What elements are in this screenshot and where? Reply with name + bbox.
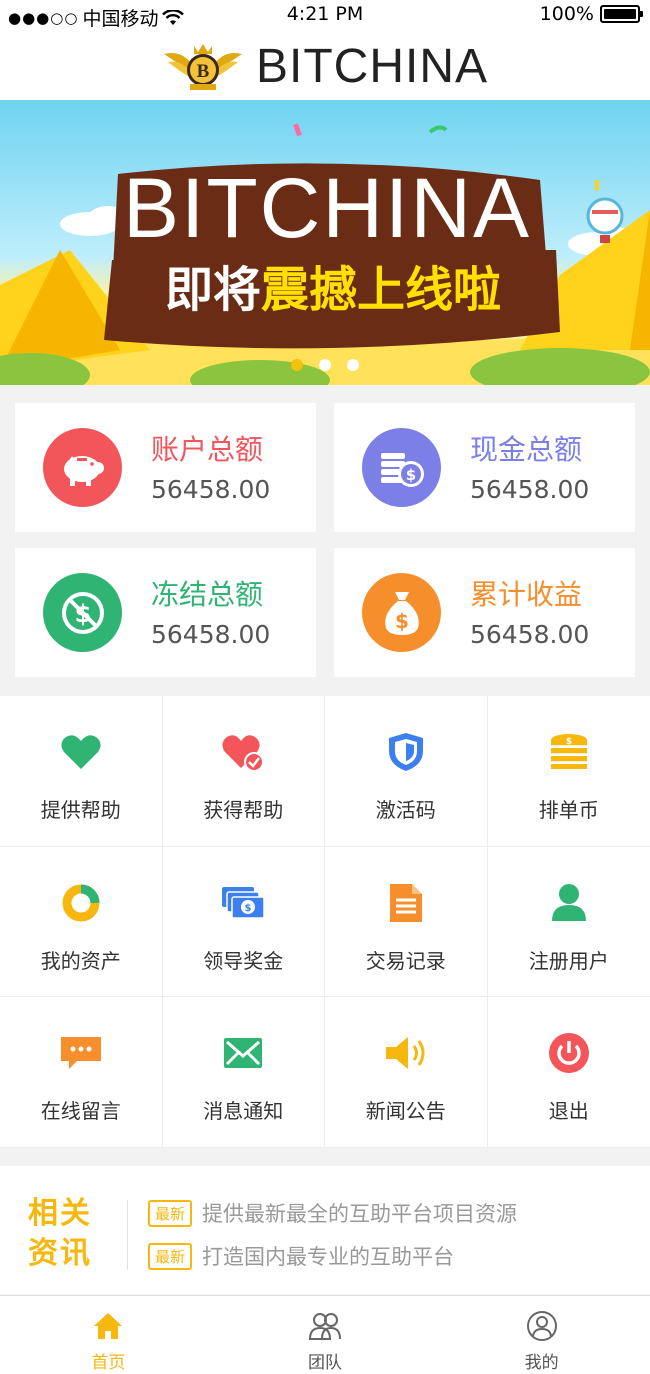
carousel-dot-3[interactable] <box>347 359 359 371</box>
piggy-bank-icon <box>43 428 122 507</box>
money-bag-icon: $ <box>362 573 441 652</box>
banner-subtitle-a: 即将 <box>164 262 261 318</box>
battery-icon <box>600 5 643 23</box>
stat-card-account-total[interactable]: 账户总额 56458.00 <box>15 403 316 532</box>
function-menu-grid: 提供帮助 获得帮助 激活码 $ 排单币 我的资产 $ 领导奖金 交易记录 注册用… <box>0 696 650 1148</box>
carousel-dots <box>0 359 650 371</box>
news-text: 打造国内最专业的互助平台 <box>202 1245 455 1269</box>
banner-subtitle: 即将震撼上线啦 <box>108 250 558 320</box>
menu-order-coin[interactable]: $ 排单币 <box>487 696 650 847</box>
menu-provide-help[interactable]: 提供帮助 <box>0 696 163 847</box>
menu-register-user[interactable]: 注册用户 <box>487 847 650 998</box>
menu-message-notice[interactable]: 消息通知 <box>162 997 325 1148</box>
shield-icon <box>382 728 430 776</box>
menu-label: 排单币 <box>538 798 599 822</box>
profile-icon <box>525 1310 559 1342</box>
tab-label: 我的 <box>524 1353 559 1373</box>
menu-leader-bonus[interactable]: $ 领导奖金 <box>162 846 325 998</box>
banner-title: BITCHINA <box>122 161 532 255</box>
menu-online-message[interactable]: 在线留言 <box>0 997 163 1148</box>
stat-label: 累计收益 <box>470 578 583 611</box>
menu-label: 我的资产 <box>40 948 121 973</box>
menu-label: 注册用户 <box>528 948 609 973</box>
brand-bit: BIT <box>255 39 334 93</box>
brand-wordmark: BITCHINA <box>256 39 488 94</box>
menu-news-announcement[interactable]: 新闻公告 <box>325 997 488 1148</box>
tab-label: 团队 <box>308 1353 342 1373</box>
tab-team[interactable]: 团队 <box>217 1296 434 1374</box>
coin-stack-icon: $ <box>545 728 593 776</box>
home-icon <box>91 1310 125 1342</box>
bottom-tab-bar: 首页 团队 我的 <box>0 1295 650 1374</box>
menu-logout[interactable]: 退出 <box>487 997 650 1148</box>
promo-banner[interactable]: BITCHINA 即将震撼上线啦 <box>0 100 650 385</box>
coins-dollar-icon: $ <box>362 428 441 507</box>
heart-icon <box>57 728 105 776</box>
menu-label: 提供帮助 <box>40 798 121 822</box>
user-icon <box>545 879 593 927</box>
news-title: 相关 资讯 <box>28 1194 108 1274</box>
menu-label: 新闻公告 <box>365 1099 446 1124</box>
menu-label: 领导奖金 <box>203 948 284 973</box>
speaker-icon <box>382 1029 430 1077</box>
envelope-icon <box>219 1029 267 1077</box>
menu-label: 交易记录 <box>365 948 446 973</box>
menu-label: 消息通知 <box>203 1099 284 1124</box>
menu-transaction-records[interactable]: 交易记录 <box>325 846 488 998</box>
menu-label: 退出 <box>548 1099 589 1124</box>
stat-value: 56458.00 <box>470 475 590 504</box>
news-divider <box>127 1200 128 1270</box>
banner-subtitle-b: 震撼 <box>260 262 357 318</box>
tab-label: 首页 <box>91 1353 126 1373</box>
stat-value: 56458.00 <box>151 620 271 649</box>
news-item[interactable]: 最新 提供最新最全的互助平台项目资源 <box>148 1198 517 1228</box>
banner-subtitle-c: 上线啦 <box>357 262 502 318</box>
document-icon <box>382 879 430 927</box>
menu-label: 在线留言 <box>40 1099 121 1124</box>
menu-activation-code[interactable]: 激活码 <box>325 696 488 847</box>
news-badge: 最新 <box>148 1242 193 1270</box>
chat-bubble-icon <box>57 1029 105 1077</box>
tab-home[interactable]: 首页 <box>0 1296 217 1374</box>
stat-label: 现金总额 <box>470 433 583 466</box>
svg-text:$: $ <box>395 609 409 633</box>
news-title-line1: 相关 <box>28 1196 92 1231</box>
battery-percent: 100% <box>539 3 594 25</box>
app-header: B BITCHINA <box>0 32 650 100</box>
menu-my-assets[interactable]: 我的资产 <box>0 846 163 998</box>
svg-text:$: $ <box>405 466 415 484</box>
no-dollar-icon: $ <box>43 573 122 652</box>
stat-value: 56458.00 <box>151 475 271 504</box>
donut-chart-icon <box>57 879 105 927</box>
news-text: 提供最新最全的互助平台项目资源 <box>202 1202 518 1226</box>
stat-card-frozen-total[interactable]: $ 冻结总额 56458.00 <box>15 548 316 677</box>
heart-check-icon <box>219 728 267 776</box>
news-badge: 最新 <box>148 1199 193 1227</box>
svg-text:$: $ <box>245 903 252 914</box>
stat-label: 账户总额 <box>151 433 264 466</box>
stat-card-cash-total[interactable]: $ 现金总额 56458.00 <box>334 403 635 532</box>
status-bar: ●●●○○ 中国移动 4:21 PM 100% <box>0 0 650 32</box>
news-title-line2: 资讯 <box>28 1236 92 1271</box>
brand-china: CHINA <box>333 39 488 93</box>
menu-label: 获得帮助 <box>203 798 284 822</box>
menu-label: 激活码 <box>375 798 436 822</box>
svg-text:$: $ <box>566 737 572 747</box>
carousel-dot-2[interactable] <box>319 359 331 371</box>
svg-text:B: B <box>197 61 210 82</box>
battery-group: 100% <box>539 3 643 25</box>
news-item[interactable]: 最新 打造国内最专业的互助平台 <box>148 1241 454 1271</box>
related-news: 相关 资讯 最新 提供最新最全的互助平台项目资源 最新 打造国内最专业的互助平台 <box>0 1166 650 1294</box>
cash-stack-icon: $ <box>219 879 267 927</box>
tab-mine[interactable]: 我的 <box>433 1296 650 1374</box>
crown-b-badge-icon: B <box>163 44 242 90</box>
menu-get-help[interactable]: 获得帮助 <box>162 696 325 847</box>
carousel-dot-1[interactable] <box>291 359 303 371</box>
team-icon <box>308 1310 342 1342</box>
stat-label: 冻结总额 <box>151 578 264 611</box>
stat-card-cumulative-earnings[interactable]: $ 累计收益 56458.00 <box>334 548 635 677</box>
stat-value: 56458.00 <box>470 620 590 649</box>
power-icon <box>545 1029 593 1077</box>
